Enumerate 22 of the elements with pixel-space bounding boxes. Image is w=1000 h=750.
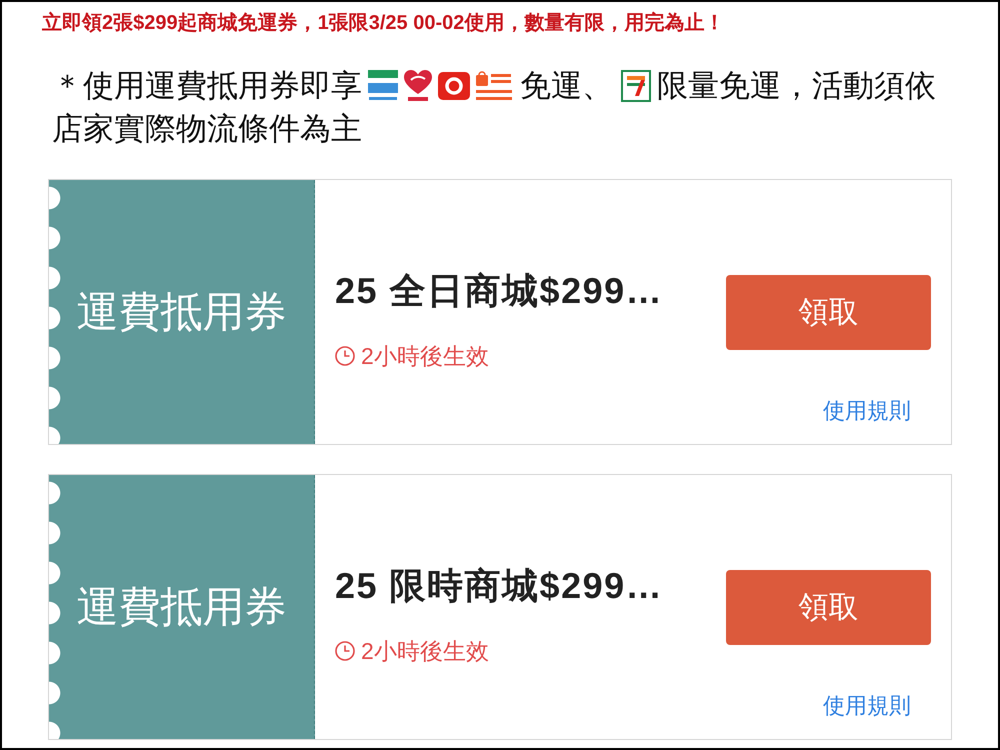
notice-text: 店家實際物流條件為主	[52, 110, 362, 148]
clock-icon	[335, 346, 355, 366]
heart-logo-icon	[404, 70, 432, 102]
striped-logo-icon	[368, 70, 398, 102]
bag-logo-icon	[476, 70, 512, 102]
clock-icon	[335, 641, 355, 661]
rules-link[interactable]: 使用規則	[823, 691, 911, 721]
status-text: 2小時後生效	[361, 342, 489, 371]
stripe-tile-logo-icon	[621, 70, 651, 102]
claim-button[interactable]: 領取	[726, 570, 931, 645]
stub-label: 運費抵用券	[76, 582, 286, 632]
rules-link[interactable]: 使用規則	[823, 396, 911, 426]
coupon-title: 25 限時商城$299…	[335, 564, 664, 608]
promo-text: 立即領2張$299起商城免運券，1張限3/25 00-02使用，數量有限，用完為止！	[42, 12, 724, 34]
status-text: 2小時後生效	[361, 637, 489, 666]
notice-text: 免運、	[520, 67, 613, 105]
ring-logo-icon	[438, 72, 470, 100]
notice-text: 限量免運，活動須依	[657, 67, 936, 105]
notice-text: ＊使用運費抵用券即享	[52, 67, 362, 105]
claim-button[interactable]: 領取	[726, 275, 931, 350]
stub-label: 運費抵用券	[76, 287, 286, 337]
coupon-title: 25 全日商城$299…	[335, 269, 664, 313]
